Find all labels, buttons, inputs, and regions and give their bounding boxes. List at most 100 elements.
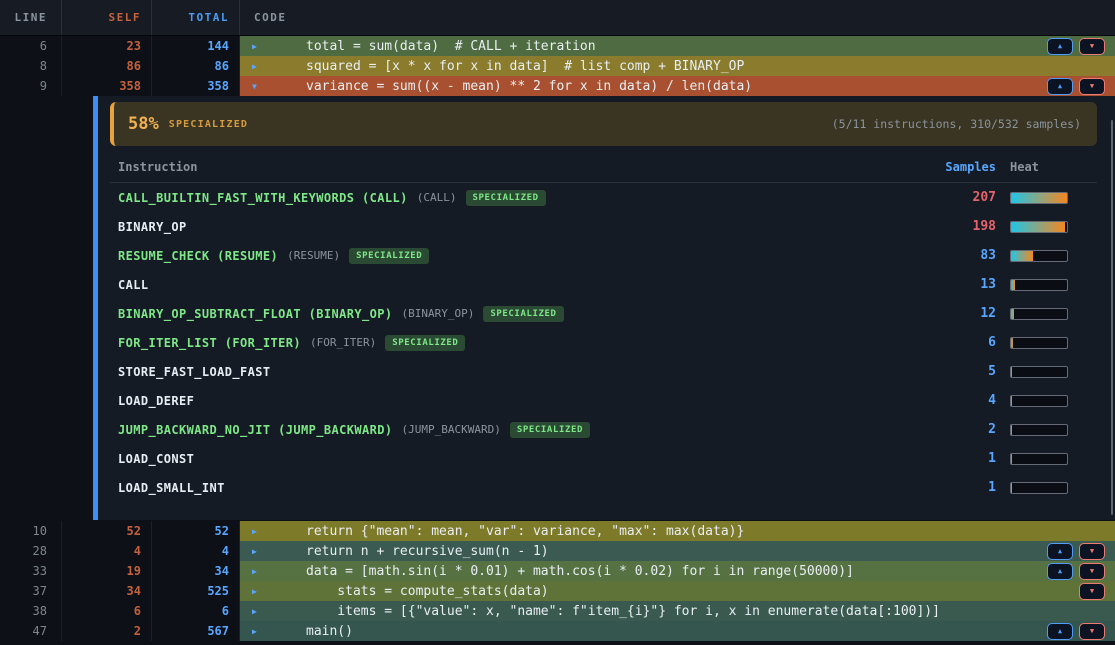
instruction-name-group: RESUME_CHECK (RESUME) (RESUME) SPECIALIZED — [118, 248, 926, 264]
line-number: 37 — [0, 581, 62, 601]
total-samples: 6 — [152, 601, 240, 621]
instruction-samples: 1 — [926, 480, 996, 495]
code-cell: ▶main()▲▼ — [240, 621, 1115, 641]
code-text: main() — [306, 624, 353, 639]
self-samples: 86 — [62, 56, 152, 76]
heat-bar — [1010, 453, 1068, 465]
self-samples: 358 — [62, 76, 152, 96]
instruction-samples: 83 — [926, 248, 996, 263]
jump-up-button[interactable]: ▲ — [1047, 543, 1073, 560]
expander-icon[interactable]: ▶ — [252, 527, 262, 536]
instruction-row: LOAD_SMALL_INT 1 — [110, 473, 1097, 502]
instruction-samples: 2 — [926, 422, 996, 437]
code-line-row: 331934▶data = [math.sin(i * 0.01) + math… — [0, 561, 1115, 581]
code-cell: ▶total = sum(data) # CALL + iteration▲▼ — [240, 36, 1115, 56]
code-line-row: 9358358▼variance = sum((x - mean) ** 2 f… — [0, 76, 1115, 96]
instruction-row: BINARY_OP198 — [110, 212, 1097, 241]
jump-down-button[interactable]: ▼ — [1079, 543, 1105, 560]
instruction-name-group: STORE_FAST_LOAD_FAST — [118, 365, 926, 379]
self-samples: 34 — [62, 581, 152, 601]
line-number: 8 — [0, 56, 62, 76]
jump-down-button[interactable]: ▼ — [1079, 583, 1105, 600]
instruction-name: RESUME_CHECK (RESUME) — [118, 249, 278, 263]
instruction-row: LOAD_CONST1 — [110, 444, 1097, 473]
heat-bar — [1010, 366, 1068, 378]
profiler-app: LINE SELF TOTAL CODE 623144▶total = sum(… — [0, 0, 1115, 645]
instruction-table-header: Instruction Samples Heat — [110, 159, 1097, 175]
instruction-name-group: LOAD_DEREF — [118, 394, 926, 408]
instruction-samples: 5 — [926, 364, 996, 379]
samples-column-header[interactable]: Samples — [926, 160, 996, 174]
instruction-base-opcode: (FOR_ITER) — [310, 336, 376, 349]
expander-icon[interactable]: ▶ — [252, 627, 262, 636]
heat-bar-fill — [1011, 280, 1015, 290]
code-line-row: 105252▶return {"mean": mean, "var": vari… — [0, 521, 1115, 541]
instruction-name: BINARY_OP — [118, 220, 187, 234]
expander-icon[interactable]: ▼ — [252, 82, 262, 91]
code-cell: ▶ items = [{"value": x, "name": f"item_{… — [240, 601, 1115, 621]
line-number: 28 — [0, 541, 62, 561]
specialized-badge: SPECIALIZED — [349, 248, 429, 264]
expander-icon[interactable]: ▶ — [252, 42, 262, 51]
heat-bar-fill — [1011, 425, 1012, 435]
instruction-name: CALL — [118, 278, 149, 292]
heat-bar — [1010, 221, 1068, 233]
code-line-row: 623144▶total = sum(data) # CALL + iterat… — [0, 36, 1115, 56]
row-nav-buttons: ▲▼ — [1047, 623, 1105, 640]
instruction-base-opcode: (RESUME) — [287, 249, 340, 262]
jump-down-button[interactable]: ▼ — [1079, 563, 1105, 580]
jump-up-button[interactable]: ▲ — [1047, 563, 1073, 580]
instruction-name-group: JUMP_BACKWARD_NO_JIT (JUMP_BACKWARD)(JUM… — [118, 422, 926, 438]
instruction-samples: 4 — [926, 393, 996, 408]
instruction-name: LOAD_SMALL_INT — [118, 481, 225, 495]
instruction-row: LOAD_DEREF 4 — [110, 386, 1097, 415]
jump-up-button[interactable]: ▲ — [1047, 38, 1073, 55]
total-column-header: TOTAL — [152, 0, 240, 35]
instruction-name-group: LOAD_SMALL_INT — [118, 481, 926, 495]
heat-bar — [1010, 308, 1068, 320]
row-nav-buttons: ▲▼ — [1047, 563, 1105, 580]
expander-icon[interactable]: ▶ — [252, 567, 262, 576]
code-text: data = [math.sin(i * 0.01) + math.cos(i … — [306, 564, 854, 579]
expander-icon[interactable]: ▶ — [252, 587, 262, 596]
instruction-name-group: CALL_BUILTIN_FAST_WITH_KEYWORDS (CALL)(C… — [118, 190, 926, 206]
heat-bar-fill — [1011, 251, 1033, 261]
jump-down-button[interactable]: ▼ — [1079, 623, 1105, 640]
specialized-badge: SPECIALIZED — [385, 335, 465, 351]
row-nav-buttons: ▼ — [1079, 583, 1105, 600]
expander-icon[interactable]: ▶ — [252, 547, 262, 556]
instruction-base-opcode: (CALL) — [417, 191, 457, 204]
scrollbar[interactable] — [1111, 120, 1113, 515]
jump-down-button[interactable]: ▼ — [1079, 38, 1105, 55]
instruction-samples: 12 — [926, 306, 996, 321]
jump-up-button[interactable]: ▲ — [1047, 623, 1073, 640]
heat-bar — [1010, 395, 1068, 407]
jump-down-button[interactable]: ▼ — [1079, 78, 1105, 95]
total-samples: 525 — [152, 581, 240, 601]
expander-icon[interactable]: ▶ — [252, 607, 262, 616]
instruction-row: CALL_BUILTIN_FAST_WITH_KEYWORDS (CALL)(C… — [110, 183, 1097, 212]
expander-icon[interactable]: ▶ — [252, 62, 262, 71]
instruction-name: LOAD_DEREF — [118, 394, 194, 408]
instruction-column-header: Instruction — [118, 160, 926, 174]
instruction-row: FOR_ITER_LIST (FOR_ITER)(FOR_ITER)SPECIA… — [110, 328, 1097, 357]
instruction-base-opcode: (BINARY_OP) — [402, 307, 475, 320]
code-line-row: 3734525▶ stats = compute_stats(data)▼ — [0, 581, 1115, 601]
specialized-badge: SPECIALIZED — [510, 422, 590, 438]
self-samples: 4 — [62, 541, 152, 561]
specialization-summary: (5/11 instructions, 310/532 samples) — [832, 117, 1081, 131]
heat-bar-fill — [1011, 309, 1014, 319]
total-samples: 567 — [152, 621, 240, 641]
self-samples: 52 — [62, 521, 152, 541]
instruction-name-group: CALL — [118, 278, 926, 292]
heat-bar — [1010, 337, 1068, 349]
self-samples: 19 — [62, 561, 152, 581]
instruction-row: RESUME_CHECK (RESUME) (RESUME) SPECIALIZED… — [110, 241, 1097, 270]
code-line-row: 472567▶main()▲▼ — [0, 621, 1115, 641]
heat-bar — [1010, 192, 1068, 204]
jump-up-button[interactable]: ▲ — [1047, 78, 1073, 95]
code-line-row: 88686▶squared = [x * x for x in data] # … — [0, 56, 1115, 76]
row-nav-buttons: ▲▼ — [1047, 543, 1105, 560]
code-line-row: 3866▶ items = [{"value": x, "name": f"it… — [0, 601, 1115, 621]
heat-bar — [1010, 424, 1068, 436]
